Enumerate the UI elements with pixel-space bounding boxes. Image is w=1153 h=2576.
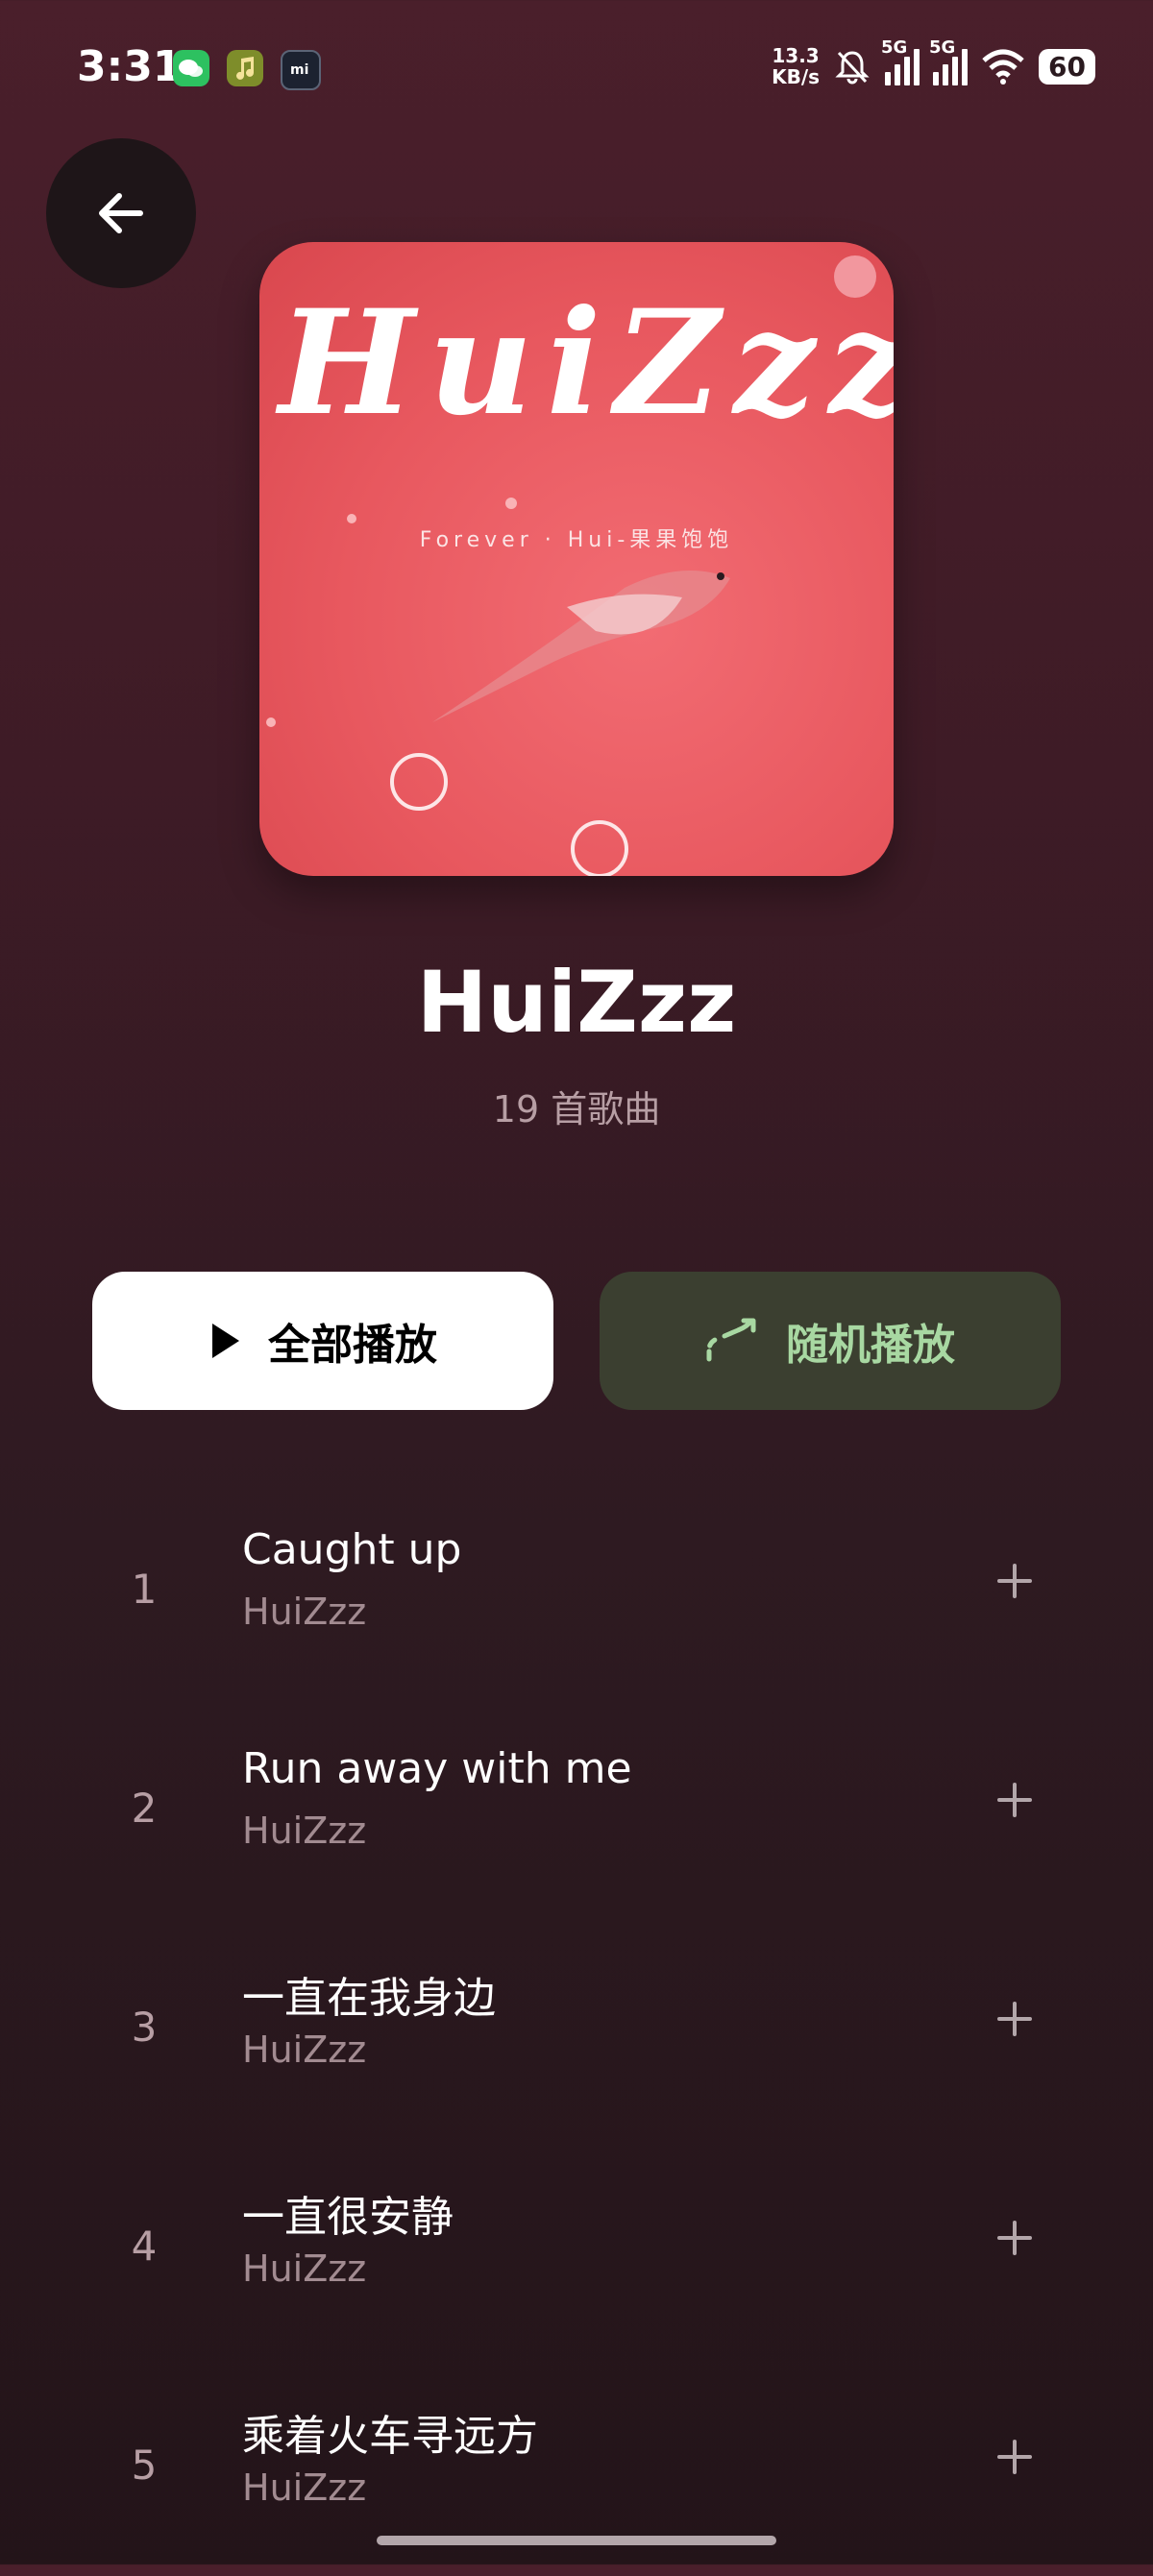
song-artist: HuiZzz bbox=[242, 1810, 367, 1852]
music-app-icon bbox=[227, 50, 263, 86]
shuffle-button[interactable]: 随机播放 bbox=[600, 1272, 1061, 1410]
song-artist: HuiZzz bbox=[242, 1591, 367, 1633]
play-all-label: 全部播放 bbox=[268, 1321, 437, 1370]
song-artist: HuiZzz bbox=[242, 2467, 367, 2509]
add-icon[interactable] bbox=[994, 1560, 1036, 1602]
song-title: 一直很安静 bbox=[242, 2193, 454, 2242]
album-title: HuiZzz bbox=[416, 953, 737, 1052]
home-indicator[interactable] bbox=[377, 2536, 776, 2545]
sim1-label: 5G bbox=[881, 37, 908, 58]
status-time: 3:31 bbox=[77, 42, 183, 91]
song-title: 一直在我身边 bbox=[242, 1974, 496, 2023]
mute-bell-icon bbox=[835, 51, 870, 85]
add-icon[interactable] bbox=[994, 2436, 1036, 2478]
song-number: 2 bbox=[131, 1785, 158, 1832]
song-number: 3 bbox=[131, 2004, 158, 2051]
battery-icon: 60 bbox=[1039, 48, 1095, 85]
song-number: 5 bbox=[131, 2442, 158, 2489]
sim2-label: 5G bbox=[929, 37, 956, 58]
cover-whale-art bbox=[266, 255, 876, 876]
status-right-group: 13.3 KB/s 5G 5G 60 bbox=[772, 37, 1095, 90]
play-icon bbox=[212, 1324, 239, 1358]
song-title: Caught up bbox=[242, 1525, 462, 1574]
add-icon[interactable] bbox=[994, 1998, 1036, 2040]
song-row[interactable]: 3 一直在我身边 HuiZzz bbox=[0, 1946, 1153, 2138]
status-bar: 3:31 mi 13.3 KB/s 5G 5G 60 bbox=[0, 0, 1153, 134]
song-artist: HuiZzz bbox=[242, 2248, 367, 2290]
shuffle-icon bbox=[706, 1318, 756, 1362]
net-speed-unit: KB/s bbox=[772, 65, 821, 88]
song-row[interactable]: 2 Run away with me HuiZzz bbox=[0, 1727, 1153, 1919]
svg-text:mi: mi bbox=[290, 62, 308, 78]
mi-icon: mi bbox=[281, 50, 321, 90]
add-icon[interactable] bbox=[994, 2217, 1036, 2259]
net-speed: 13.3 KB/s bbox=[772, 45, 820, 87]
play-all-button[interactable]: 全部播放 bbox=[92, 1272, 553, 1410]
song-artist: HuiZzz bbox=[242, 2029, 367, 2071]
song-row[interactable]: 5 乘着火车寻远方 HuiZzz bbox=[0, 2384, 1153, 2576]
song-title: Run away with me bbox=[242, 1744, 632, 1793]
song-row[interactable]: 4 一直很安静 HuiZzz bbox=[0, 2165, 1153, 2357]
album-cover: HuiZzz Forever · Hui-果果饱饱 bbox=[259, 242, 894, 876]
song-row[interactable]: 1 Caught up HuiZzz bbox=[0, 1508, 1153, 1700]
song-title: 乘着火车寻远方 bbox=[242, 2412, 538, 2461]
battery-level: 60 bbox=[1048, 50, 1086, 83]
back-button[interactable] bbox=[46, 138, 196, 288]
add-icon[interactable] bbox=[994, 1779, 1036, 1821]
signal-icon-2: 5G bbox=[929, 37, 969, 85]
shuffle-label: 随机播放 bbox=[786, 1321, 955, 1370]
wifi-icon bbox=[982, 49, 1024, 85]
arrow-left-icon bbox=[99, 193, 143, 233]
wechat-icon bbox=[173, 50, 209, 86]
signal-icon: 5G bbox=[881, 37, 920, 85]
song-number: 4 bbox=[131, 2223, 158, 2270]
net-speed-value: 13.3 bbox=[772, 44, 820, 67]
song-number: 1 bbox=[131, 1566, 158, 1613]
song-count: 19 首歌曲 bbox=[492, 1088, 661, 1130]
